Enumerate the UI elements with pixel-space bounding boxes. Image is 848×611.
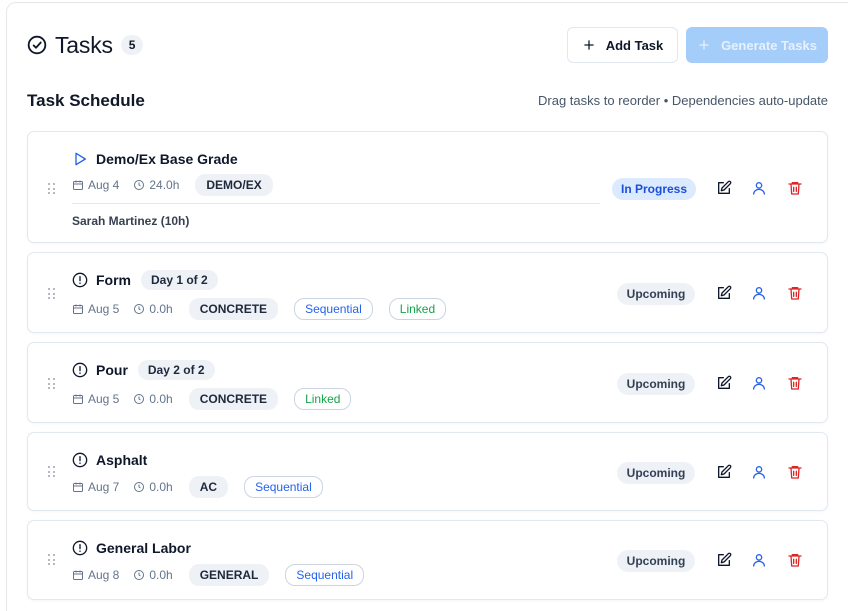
task-date: Aug 5 (72, 392, 119, 406)
calendar-icon (73, 482, 83, 492)
category-tag: AC (188, 476, 229, 498)
section-title: Task Schedule (27, 91, 145, 110)
drag-handle-icon[interactable] (48, 378, 56, 390)
add-task-button[interactable]: Add Task (567, 27, 678, 63)
status-badge: Upcoming (617, 550, 695, 572)
drag-handle-icon[interactable] (48, 183, 56, 195)
plus-icon (582, 38, 596, 52)
category-tag: CONCRETE (188, 298, 279, 320)
calendar-icon (73, 394, 83, 404)
trash-icon[interactable] (787, 375, 803, 391)
trash-icon[interactable] (787, 464, 803, 480)
task-date: Aug 8 (72, 568, 119, 582)
status-badge: Upcoming (617, 462, 695, 484)
task-name: Asphalt (96, 452, 148, 468)
title-group: Tasks 5 (27, 27, 144, 63)
category-tag: CONCRETE (188, 388, 279, 410)
category-tag: DEMO/EX (195, 174, 273, 196)
plus-icon (697, 38, 711, 52)
calendar-icon (73, 570, 83, 580)
task-date: Aug 4 (72, 178, 119, 192)
sequential-tag: Sequential (285, 564, 365, 586)
edit-icon[interactable] (716, 375, 732, 391)
add-task-label: Add Task (605, 37, 664, 53)
edit-icon[interactable] (716, 180, 732, 196)
calendar-icon (73, 304, 83, 314)
edit-icon[interactable] (716, 285, 732, 301)
status-badge: In Progress (612, 178, 696, 200)
drag-handle-icon[interactable] (48, 554, 56, 566)
tasks-header: Tasks 5 Add Task Generate Tasks (27, 27, 828, 63)
task-card[interactable]: Demo/Ex Base Grade Aug 4 24.0h DEMO/EX S… (27, 131, 828, 243)
status-badge: Upcoming (617, 373, 695, 395)
alert-circle-icon (72, 540, 88, 556)
generate-tasks-button[interactable]: Generate Tasks (686, 27, 828, 63)
play-icon (72, 151, 88, 167)
generate-tasks-label: Generate Tasks (721, 37, 817, 53)
assign-user-icon[interactable] (751, 375, 767, 391)
edit-icon[interactable] (716, 552, 732, 568)
task-date: Aug 5 (72, 302, 119, 316)
task-count-badge: 5 (120, 35, 144, 55)
check-circle-icon (27, 35, 47, 55)
sequential-tag: Sequential (294, 298, 373, 320)
page-title: Tasks (55, 31, 113, 58)
task-name: Pour (96, 362, 128, 378)
drag-handle-icon[interactable] (48, 466, 56, 478)
task-name: General Labor (96, 540, 191, 556)
alert-circle-icon (72, 362, 88, 378)
day-badge: Day 2 of 2 (137, 360, 215, 380)
trash-icon[interactable] (787, 552, 803, 568)
task-hours: 0.0h (133, 480, 173, 494)
task-card[interactable]: Form Day 1 of 2 Aug 5 0.0h CONCRETE Sequ… (27, 252, 828, 333)
trash-icon[interactable] (787, 285, 803, 301)
linked-tag: Linked (388, 298, 447, 320)
drag-handle-icon[interactable] (48, 288, 56, 300)
alert-circle-icon (72, 452, 88, 468)
clock-icon (134, 482, 145, 492)
clock-icon (134, 304, 145, 314)
alert-circle-icon (72, 272, 88, 288)
day-badge: Day 1 of 2 (141, 270, 218, 290)
divider (72, 203, 600, 204)
task-name: Demo/Ex Base Grade (96, 151, 238, 167)
status-badge: Upcoming (617, 283, 695, 305)
assign-user-icon[interactable] (751, 285, 767, 301)
task-hours: 0.0h (133, 568, 173, 582)
edit-icon[interactable] (716, 464, 732, 480)
task-date: Aug 7 (72, 480, 119, 494)
task-card[interactable]: General Labor Aug 8 0.0h GENERAL Sequent… (27, 520, 828, 600)
section-hint: Drag tasks to reorder • Dependencies aut… (538, 93, 828, 108)
task-hours: 24.0h (133, 178, 179, 192)
calendar-icon (73, 180, 83, 190)
clock-icon (134, 570, 145, 580)
trash-icon[interactable] (787, 180, 803, 196)
task-hours: 0.0h (133, 302, 173, 316)
assign-user-icon[interactable] (751, 552, 767, 568)
category-tag: GENERAL (188, 564, 270, 586)
assignee-label: Sarah Martinez (10h) (72, 214, 190, 228)
clock-icon (134, 394, 145, 404)
assign-user-icon[interactable] (751, 464, 767, 480)
task-card[interactable]: Pour Day 2 of 2 Aug 5 0.0h CONCRETE Link… (27, 342, 828, 423)
task-hours: 0.0h (133, 392, 173, 406)
clock-icon (134, 180, 145, 190)
assign-user-icon[interactable] (751, 180, 767, 196)
sequential-tag: Sequential (244, 476, 323, 498)
task-name: Form (96, 272, 131, 288)
linked-tag: Linked (294, 388, 352, 410)
task-card[interactable]: Asphalt Aug 7 0.0h AC Sequential Upcomin… (27, 432, 828, 511)
